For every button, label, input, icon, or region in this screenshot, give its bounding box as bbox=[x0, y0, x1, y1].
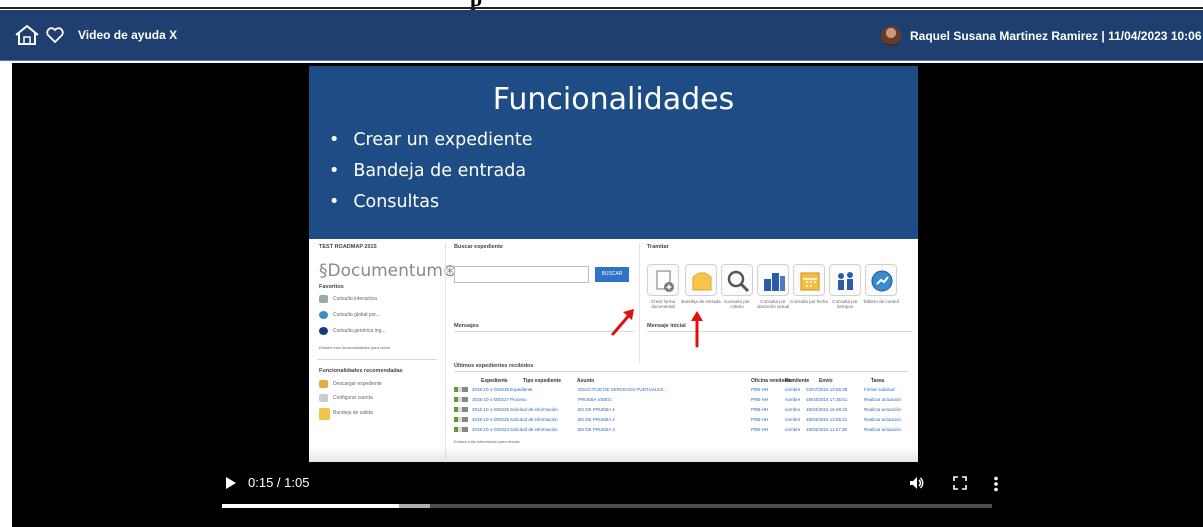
progress-bar[interactable] bbox=[222, 504, 992, 508]
tile-label: Bandeja de entrada bbox=[681, 299, 721, 304]
red-arrow-icon bbox=[691, 311, 703, 348]
table-header: Remitente bbox=[785, 378, 810, 384]
favorites-note: Existen más funcionalidades para volver bbox=[319, 345, 391, 350]
column-divider bbox=[445, 243, 446, 458]
video-player[interactable]: Funcionalidades Crear un expediente Band… bbox=[12, 63, 1203, 527]
divider bbox=[454, 331, 634, 332]
bullet-item: Consultas bbox=[329, 192, 533, 223]
divider bbox=[647, 331, 912, 332]
row-status-icons bbox=[454, 417, 468, 422]
divider bbox=[454, 371, 909, 372]
controls-gradient bbox=[12, 447, 1203, 527]
bullet-item: Bandeja de entrada bbox=[329, 161, 533, 192]
favorite-icon bbox=[319, 327, 328, 335]
app-bar: Video de ayuda X Raquel Susana Martinez … bbox=[0, 10, 1203, 61]
table-header: Tipo expediente bbox=[523, 378, 561, 384]
search-button: BUSCAR bbox=[595, 267, 629, 282]
table-row: 2016-10-1-000224 Solicitud de información… bbox=[454, 426, 909, 434]
dashboard-tile bbox=[865, 264, 897, 296]
create-doc-tile bbox=[647, 264, 679, 296]
table-note: Existen más información para revisar bbox=[454, 439, 520, 444]
user-label: TEST ROADMAP 2015 bbox=[319, 244, 377, 250]
header-rule bbox=[0, 7, 1203, 9]
avatar[interactable] bbox=[881, 26, 901, 46]
recent-title: Últimos expedientes recibidos bbox=[454, 363, 534, 369]
table-header: Envío bbox=[819, 378, 833, 384]
more-icon[interactable] bbox=[994, 476, 998, 492]
table-header: Tarea bbox=[871, 378, 884, 384]
tile-label: Tablero de control bbox=[863, 299, 899, 304]
video-help-tab[interactable]: Video de ayuda X bbox=[78, 28, 177, 42]
heart-icon[interactable] bbox=[46, 27, 64, 43]
recommended-item: Configurar cuenta bbox=[333, 395, 373, 401]
progress-fill bbox=[222, 504, 400, 508]
slide-bullets: Crear un expediente Bandeja de entrada C… bbox=[329, 130, 533, 223]
times-tile bbox=[829, 264, 861, 296]
search-criteria-tile bbox=[721, 264, 753, 296]
mensaje-inicial-title: Mensaje inicial bbox=[647, 323, 686, 329]
table-header: Asunto bbox=[577, 378, 595, 384]
table-row: 2016-10-1-000226 Solicitud de información… bbox=[454, 406, 909, 414]
favorite-icon bbox=[319, 311, 328, 319]
red-arrow-icon bbox=[611, 309, 634, 336]
favorite-item: Consulta global por... bbox=[333, 312, 380, 318]
tile-label: Consulta por fecha bbox=[790, 299, 828, 304]
recommended-title: Funcionalidades recomendadas bbox=[319, 368, 403, 374]
recommended-icon bbox=[319, 380, 328, 388]
documentum-logo: §Documentum⊛ bbox=[319, 261, 458, 281]
table-row: 2016-10-1-000227 Proceso PRUEBA VIDEO PRB-H… bbox=[454, 396, 909, 404]
divider bbox=[317, 359, 437, 360]
clipped-page-header: p bbox=[0, 0, 1203, 10]
recommended-icon bbox=[319, 394, 328, 402]
tramitar-title: Tramitar bbox=[647, 244, 669, 250]
volume-icon[interactable] bbox=[909, 476, 925, 490]
inbox-tile bbox=[685, 264, 717, 296]
favorites-title: Favoritos bbox=[319, 284, 344, 290]
fullscreen-icon[interactable] bbox=[953, 476, 967, 490]
tile-label: Consulta por tiempos bbox=[832, 299, 858, 309]
row-status-icons bbox=[454, 387, 468, 392]
tile-label: Consulta por ubicación actual bbox=[756, 299, 790, 309]
recommended-icon bbox=[319, 408, 330, 420]
tile-label: Consulta por criterio bbox=[724, 299, 750, 309]
slide-title: Funcionalidades bbox=[492, 82, 735, 117]
bullet-item: Crear un expediente bbox=[329, 130, 532, 161]
row-status-icons bbox=[454, 407, 468, 412]
row-status-icons bbox=[454, 397, 468, 402]
play-icon[interactable] bbox=[225, 476, 237, 490]
recommended-item: Bandeja de salida bbox=[333, 410, 373, 416]
home-icon[interactable] bbox=[14, 24, 40, 46]
column-divider bbox=[639, 243, 640, 363]
table-row: 2016-10-1-000235 Expediente SOLICITUD DE S… bbox=[454, 386, 909, 394]
table-header: Expediente bbox=[481, 378, 508, 384]
table-row: 2016-10-1-000225 Solicitud de información… bbox=[454, 416, 909, 424]
time-display: 0:15 / 1:05 bbox=[248, 475, 310, 490]
user-info: Raquel Susana Martinez Ramirez | 11/04/2… bbox=[910, 29, 1202, 43]
video-frame-slide: Funcionalidades Crear un expediente Band… bbox=[309, 66, 918, 462]
embedded-app-screenshot: TEST ROADMAP 2015 §Documentum⊛ Favoritos… bbox=[309, 239, 918, 462]
search-title: Buscar expediente bbox=[454, 244, 503, 250]
location-tile bbox=[757, 264, 789, 296]
search-input bbox=[454, 266, 589, 283]
date-tile bbox=[793, 264, 825, 296]
slide-banner: Funcionalidades Crear un expediente Band… bbox=[309, 66, 918, 239]
favorite-item: Consulta interactiva bbox=[333, 296, 377, 302]
recommended-item: Descargar expediente bbox=[333, 381, 382, 387]
favorite-item: Consulta genérica ing... bbox=[333, 328, 386, 334]
tile-label: Crear forma documental bbox=[650, 299, 675, 309]
mensajes-title: Mensajes bbox=[454, 323, 479, 329]
favorite-icon bbox=[319, 295, 328, 303]
row-status-icons bbox=[454, 427, 468, 432]
